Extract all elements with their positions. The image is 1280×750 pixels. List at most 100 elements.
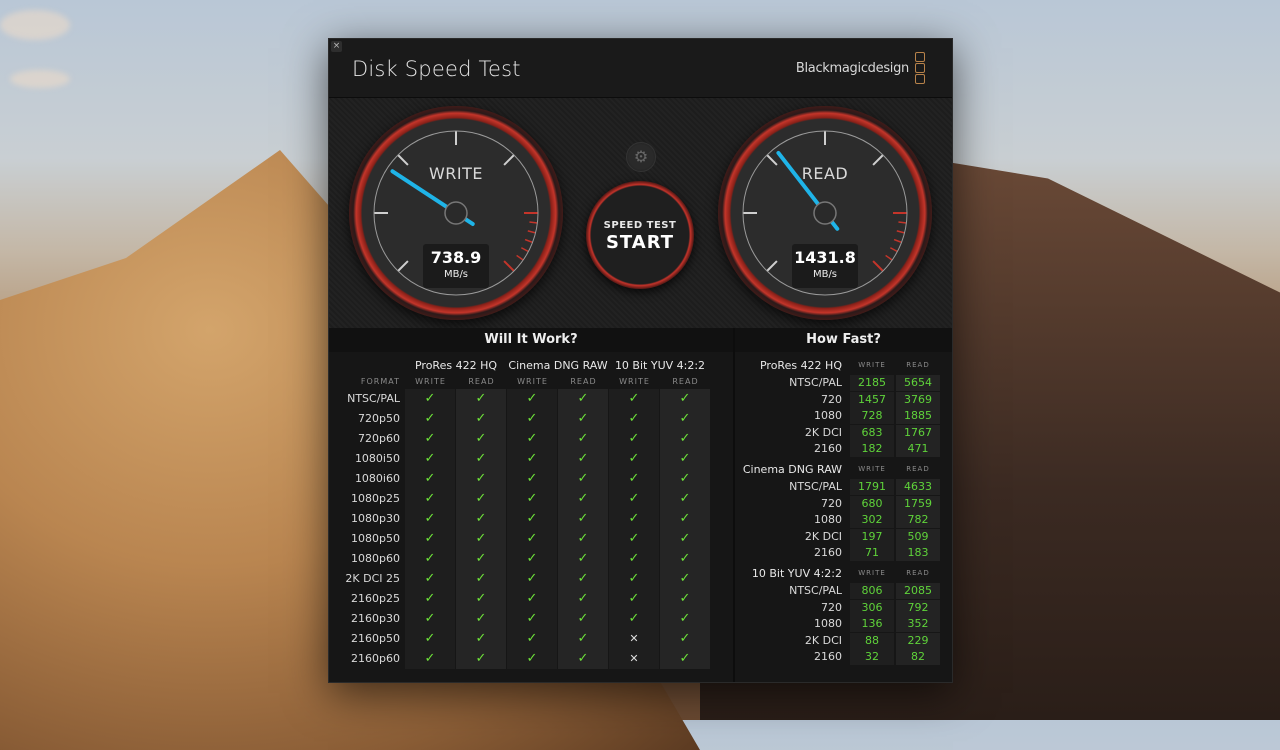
checkmark-icon: ✓ [558,509,608,529]
read-redline-tick [885,254,893,261]
write-fps-value: 182 [850,441,894,457]
format-label: 1080 [814,513,842,526]
column-header-read: READ [468,377,495,386]
checkmark-icon: ✓ [405,449,455,469]
table-row: 2160p25 ✓ ✓ ✓ ✓ ✓ ✓ [329,589,733,609]
column-header-write: WRITE [415,377,446,386]
checkmark-icon: ✓ [558,649,608,669]
checkmark-icon: ✓ [558,569,608,589]
checkmark-icon: ✓ [405,609,455,629]
write-fps-value: 806 [850,583,894,599]
write-tick [503,260,515,272]
how-fast-row: 720 680 1759 [735,495,952,512]
start-button[interactable]: SPEED TEST START [586,181,694,289]
read-fps-value: 1885 [896,408,940,424]
format-label: 720p50 [358,412,400,425]
write-redline-tick [524,238,533,244]
format-label: 1080 [814,617,842,630]
how-fast-row: 1080 302 782 [735,512,952,528]
how-fast-row: 2K DCI 88 229 [735,632,952,649]
start-button-label: START [605,232,675,253]
how-fast-row: 720 1457 3769 [735,391,952,408]
read-fps-value: 782 [896,512,940,528]
read-gauge: READ 1431.8 MB/s [718,106,932,320]
table-row: 2160p50 ✓ ✓ ✓ ✓ ✕ ✓ [329,629,733,649]
checkmark-icon: ✓ [660,409,710,429]
checkmark-icon: ✓ [405,469,455,489]
checkmark-icon: ✓ [558,489,608,509]
cross-icon: ✕ [609,629,659,649]
checkmark-icon: ✓ [507,469,557,489]
format-label: NTSC/PAL [347,392,400,405]
write-fps-value: 1457 [850,391,894,408]
read-header: READ [906,361,930,369]
settings-gear-icon[interactable]: ⚙ [626,142,656,172]
how-fast-group: Cinema DNG RAW WRITE READ NTSC/PAL 1791 4633 7… [735,459,952,563]
read-fps-value: 2085 [896,583,940,599]
checkmark-icon: ✓ [660,509,710,529]
checkmark-icon: ✓ [405,409,455,429]
read-header: READ [906,569,930,577]
read-redline-tick [889,247,898,253]
format-label: NTSC/PAL [789,376,842,389]
write-fps-value: 680 [850,495,894,512]
checkmark-icon: ✓ [609,549,659,569]
how-fast-row: 2K DCI 683 1767 [735,424,952,441]
table-row: 720p60 ✓ ✓ ✓ ✓ ✓ ✓ [329,429,733,449]
checkmark-icon: ✓ [660,529,710,549]
how-fast-row: 2160 182 471 [735,441,952,457]
read-readout: 1431.8 MB/s [792,244,858,288]
checkmark-icon: ✓ [660,569,710,589]
codec-name: 10 Bit YUV 4:2:2 [751,567,842,580]
write-needle-hub [444,201,468,225]
checkmark-icon: ✓ [609,469,659,489]
read-fps-value: 509 [896,528,940,545]
checkmark-icon: ✓ [609,389,659,409]
cross-icon: ✕ [609,649,659,669]
how-fast-panel: ProRes 422 HQ WRITE READ NTSC/PAL 2185 5654 72… [735,355,952,667]
write-fps-value: 2185 [850,375,894,391]
checkmark-icon: ✓ [558,469,608,489]
checkmark-icon: ✓ [456,609,506,629]
format-label: 1080i50 [354,452,400,465]
read-redline-tick [893,238,902,244]
checkmark-icon: ✓ [558,529,608,549]
how-fast-row: NTSC/PAL 1791 4633 [735,479,952,495]
format-label: 720p60 [358,432,400,445]
write-gauge: WRITE 738.9 MB/s [349,106,563,320]
write-speed-value: 738.9 [430,248,482,267]
how-fast-row: 2K DCI 197 509 [735,528,952,545]
format-label: 1080i60 [354,472,400,485]
gauge-area: WRITE 738.9 MB/s ⚙ SPEED TEST START READ… [329,98,952,328]
table-row: 1080p25 ✓ ✓ ✓ ✓ ✓ ✓ [329,489,733,509]
format-label: 2160p30 [351,612,400,625]
checkmark-icon: ✓ [609,489,659,509]
read-fps-value: 3769 [896,391,940,408]
checkmark-icon: ✓ [507,529,557,549]
format-label: 2160 [814,546,842,559]
table-row: 1080i60 ✓ ✓ ✓ ✓ ✓ ✓ [329,469,733,489]
read-redline-tick [898,221,907,224]
checkmark-icon: ✓ [558,449,608,469]
read-fps-value: 82 [896,649,940,665]
checkmark-icon: ✓ [660,649,710,669]
blackmagic-logo-icon [915,52,925,84]
write-header: WRITE [858,465,886,473]
format-label: 1080p30 [351,512,400,525]
format-label: 720 [821,600,842,614]
codec-header-prores: ProRes 422 HQ [414,359,498,372]
how-fast-row: 1080 136 352 [735,616,952,632]
checkmark-icon: ✓ [456,649,506,669]
write-fps-value: 88 [850,632,894,649]
write-fps-value: 32 [850,649,894,665]
checkmark-icon: ✓ [558,409,608,429]
format-label: 1080p50 [351,532,400,545]
table-row: 1080p30 ✓ ✓ ✓ ✓ ✓ ✓ [329,509,733,529]
format-label: 2160p25 [351,592,400,605]
checkmark-icon: ✓ [456,629,506,649]
format-label: NTSC/PAL [789,480,842,493]
close-button[interactable]: × [331,41,342,52]
how-fast-row: 2160 71 183 [735,545,952,561]
read-needle-hub [813,201,837,225]
format-label: 2K DCI [804,529,842,543]
